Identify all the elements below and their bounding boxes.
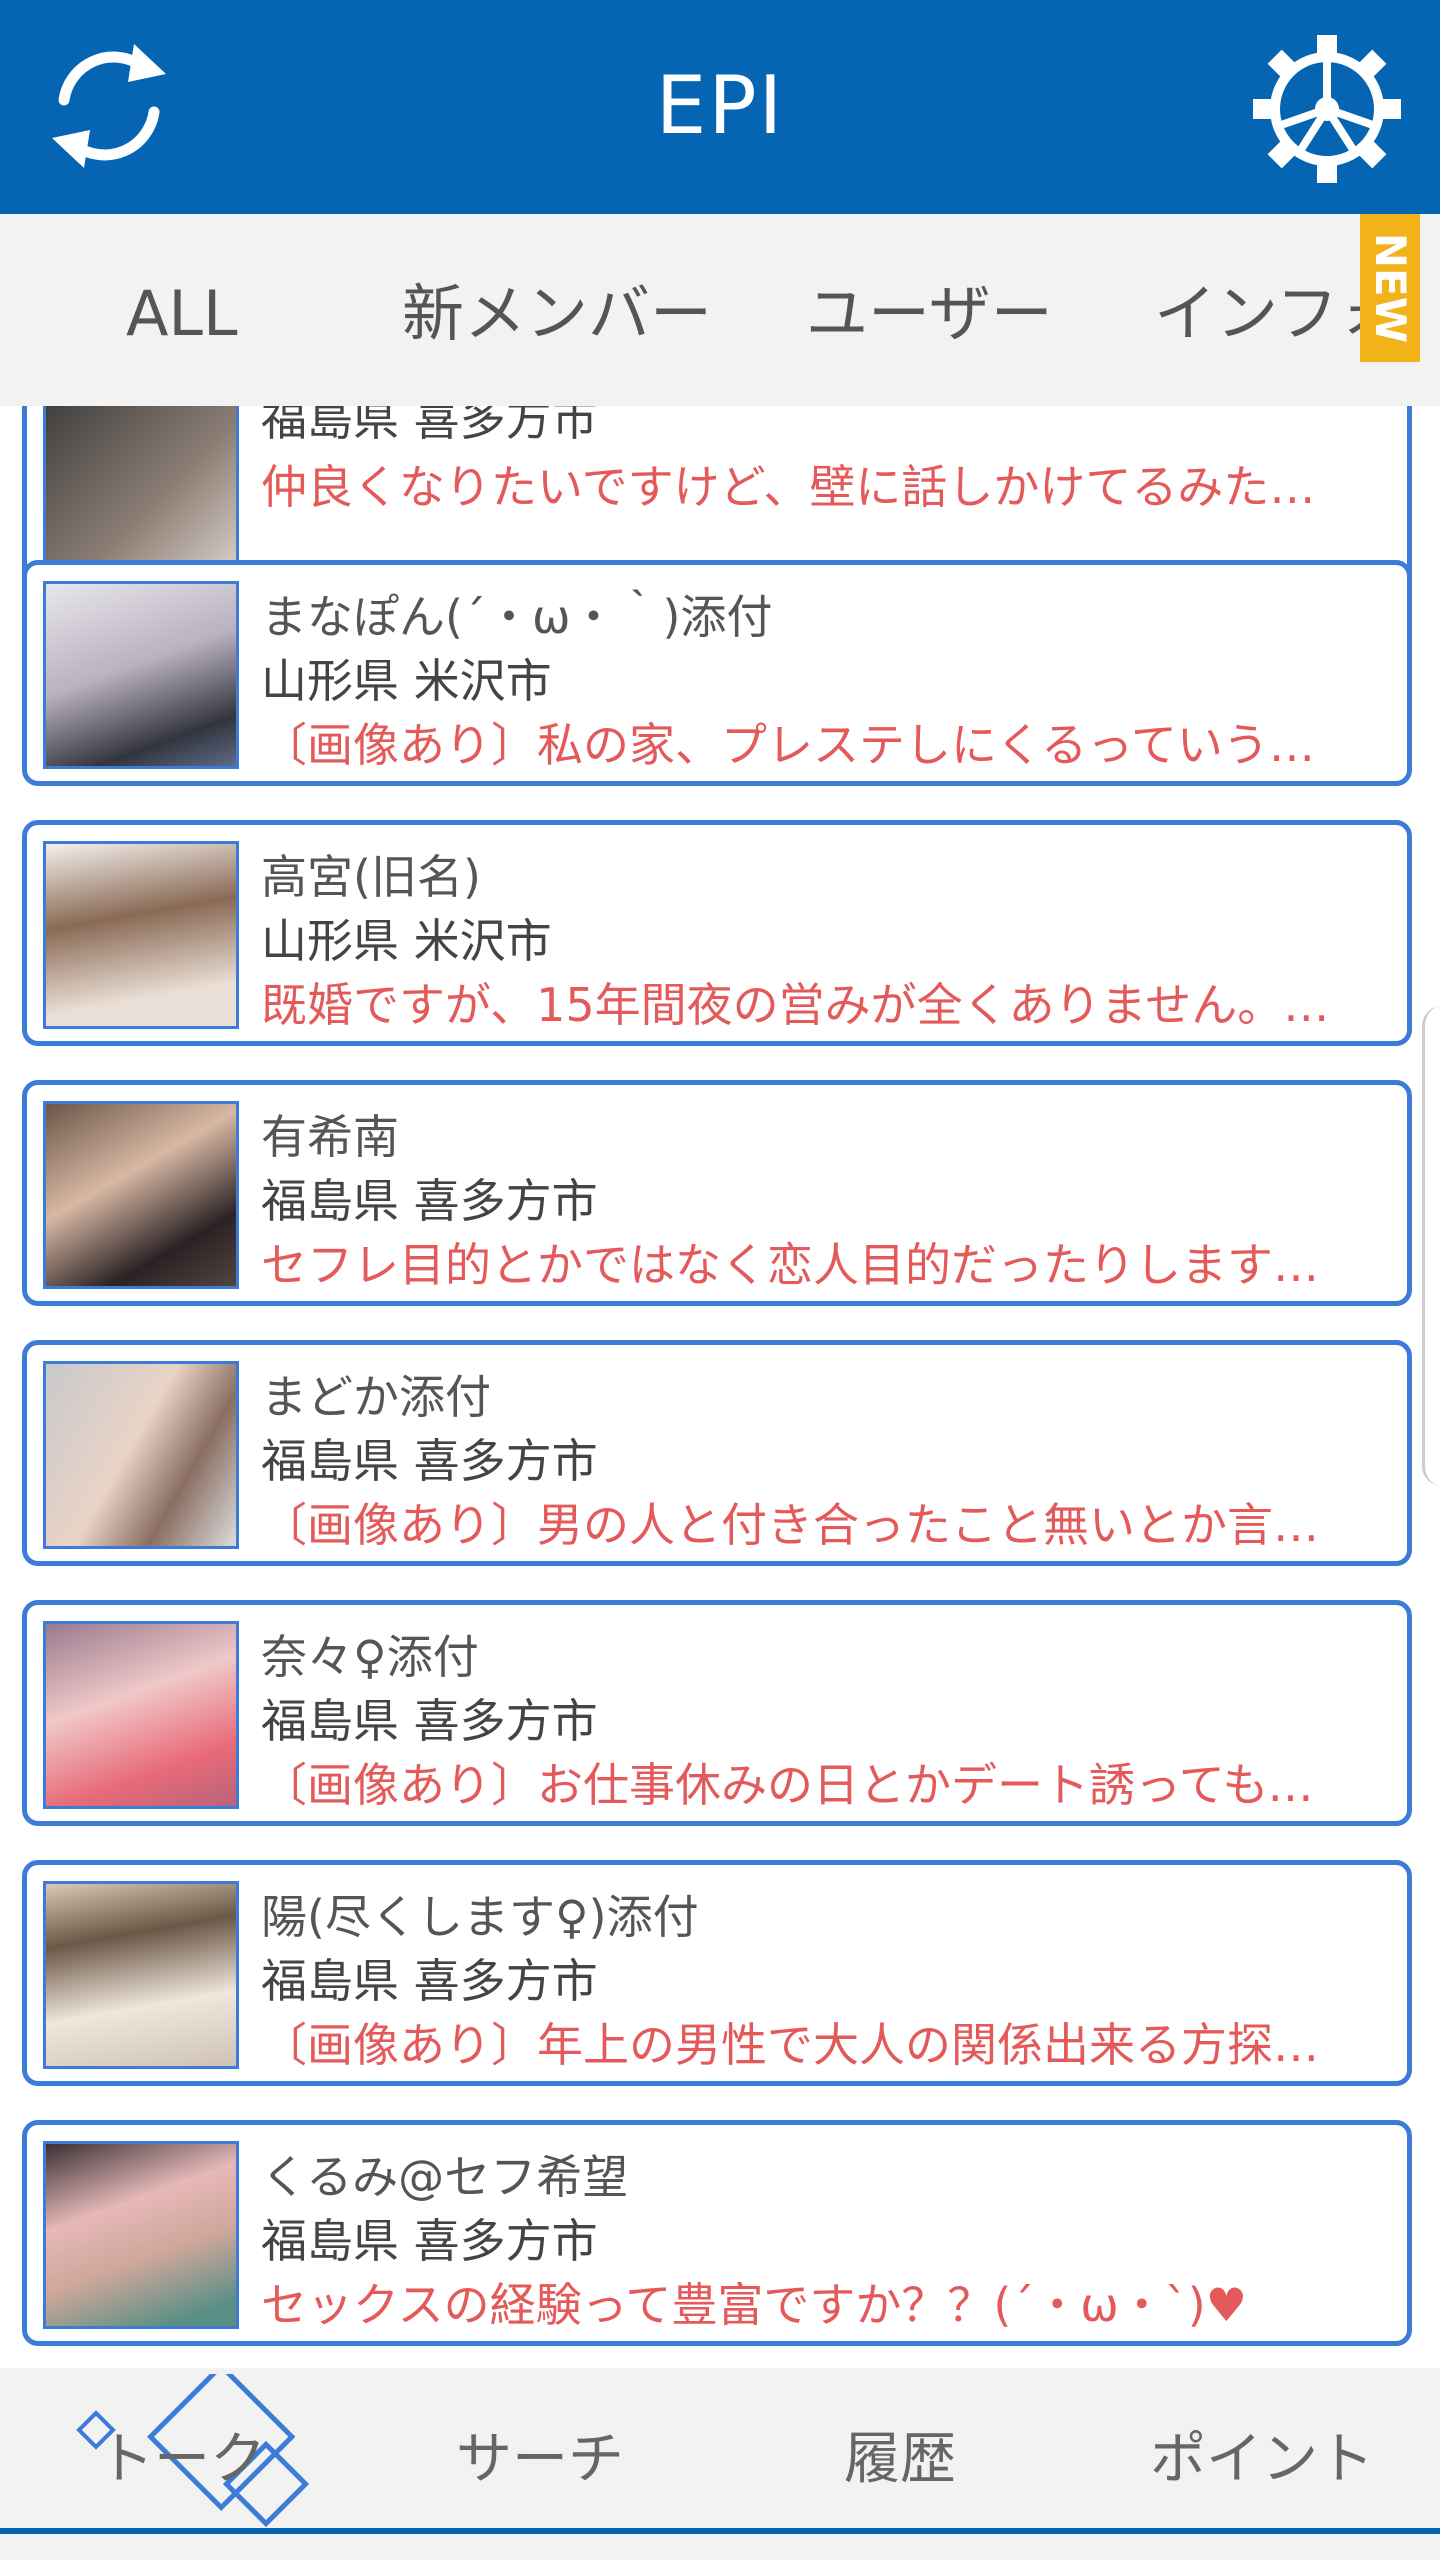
list-item[interactable]: くるみ@セフ希望 福島県 喜多方市 セックスの経験って豊富ですか？？(´・ω・`… (22, 2120, 1412, 2346)
scrollbar[interactable] (1422, 1006, 1440, 1486)
location-text: 福島県 喜多方市 (261, 1434, 598, 1488)
avatar (43, 1361, 239, 1549)
message-preview: 〔画像あり〕私の家、プレステしにくるっていうテ... (261, 718, 1351, 772)
user-name: まどか添付 (261, 1370, 491, 1424)
list-item[interactable]: 陽(尽くします♀)添付 福島県 喜多方市 〔画像あり〕年上の男性で大人の関係出来… (22, 1860, 1412, 2086)
message-preview: セックスの経験って豊富ですか？？(´・ω・`)♥ (261, 2278, 1247, 2332)
list-item[interactable]: まなぽん(´・ω・｀)添付 山形県 米沢市 〔画像あり〕私の家、プレステしにくる… (22, 560, 1412, 786)
message-preview: 仲良くなりたいですけど、壁に話しかけてるみたい... (261, 460, 1351, 514)
message-list[interactable]: 福島県 喜多方市 仲良くなりたいですけど、壁に話しかけてるみたい... まなぽん… (0, 406, 1440, 2368)
nav-history[interactable]: 履歴 (750, 2420, 1050, 2500)
tab-all[interactable]: ALL (126, 274, 238, 354)
new-badge-label: NEW (1366, 232, 1415, 344)
tab-users[interactable]: ユーザー (806, 274, 1053, 354)
new-badge: NEW (1360, 214, 1420, 362)
list-item[interactable]: まどか添付 福島県 喜多方市 〔画像あり〕男の人と付き合ったこと無いとか言っ..… (22, 1340, 1412, 1566)
avatar (43, 581, 239, 769)
message-preview: セフレ目的とかではなく恋人目的だったりしますか... (261, 1238, 1351, 1292)
user-name: くるみ@セフ希望 (261, 2150, 629, 2204)
list-item[interactable]: 奈々♀添付 福島県 喜多方市 〔画像あり〕お仕事休みの日とかデート誘ってもい..… (22, 1600, 1412, 1826)
category-tabs: ALL 新メンバー ユーザー インフォ NEW (0, 214, 1440, 406)
location-text: 福島県 喜多方市 (261, 1174, 598, 1228)
app-header: EPI (0, 0, 1440, 214)
user-name: 高宮(旧名) (261, 850, 481, 904)
nav-search[interactable]: サーチ (390, 2420, 690, 2500)
message-preview: 〔画像あり〕年上の男性で大人の関係出来る方探し... (261, 2018, 1351, 2072)
message-preview: 既婚ですが、15年間夜の営みが全くありません。正... (261, 978, 1351, 1032)
message-preview: 〔画像あり〕男の人と付き合ったこと無いとか言っ... (261, 1498, 1351, 1552)
app-title: EPI (655, 59, 785, 152)
user-name: 奈々♀添付 (261, 1630, 479, 1684)
bottom-navigation: トーク サーチ 履歴 ポイント (0, 2368, 1440, 2560)
location-text: 福島県 喜多方市 (261, 2214, 598, 2268)
nav-talk[interactable]: トーク (32, 2420, 332, 2500)
user-name: 陽(尽くします♀)添付 (261, 1890, 699, 1944)
avatar (43, 1621, 239, 1809)
settings-gear-icon[interactable] (1252, 34, 1402, 184)
list-item[interactable]: 高宮(旧名) 山形県 米沢市 既婚ですが、15年間夜の営みが全くありません。正.… (22, 820, 1412, 1046)
avatar (43, 1881, 239, 2069)
avatar (43, 841, 239, 1029)
user-name: 有希南 (261, 1110, 399, 1164)
avatar (43, 1101, 239, 1289)
nav-points[interactable]: ポイント (1112, 2420, 1412, 2500)
nav-underline (0, 2528, 1440, 2534)
user-name: まなぽん(´・ω・｀)添付 (261, 590, 773, 644)
location-text: 山形県 米沢市 (261, 914, 552, 968)
avatar (43, 2141, 239, 2329)
avatar (43, 406, 239, 573)
location-text: 福島県 喜多方市 (261, 1694, 598, 1748)
tab-new-members[interactable]: 新メンバー (402, 274, 712, 354)
message-preview: 〔画像あり〕お仕事休みの日とかデート誘ってもい... (261, 1758, 1351, 1812)
location-text: 福島県 喜多方市 (261, 1954, 598, 2008)
location-text: 福島県 喜多方市 (261, 406, 598, 446)
list-item[interactable]: 有希南 福島県 喜多方市 セフレ目的とかではなく恋人目的だったりしますか... (22, 1080, 1412, 1306)
location-text: 山形県 米沢市 (261, 654, 552, 708)
